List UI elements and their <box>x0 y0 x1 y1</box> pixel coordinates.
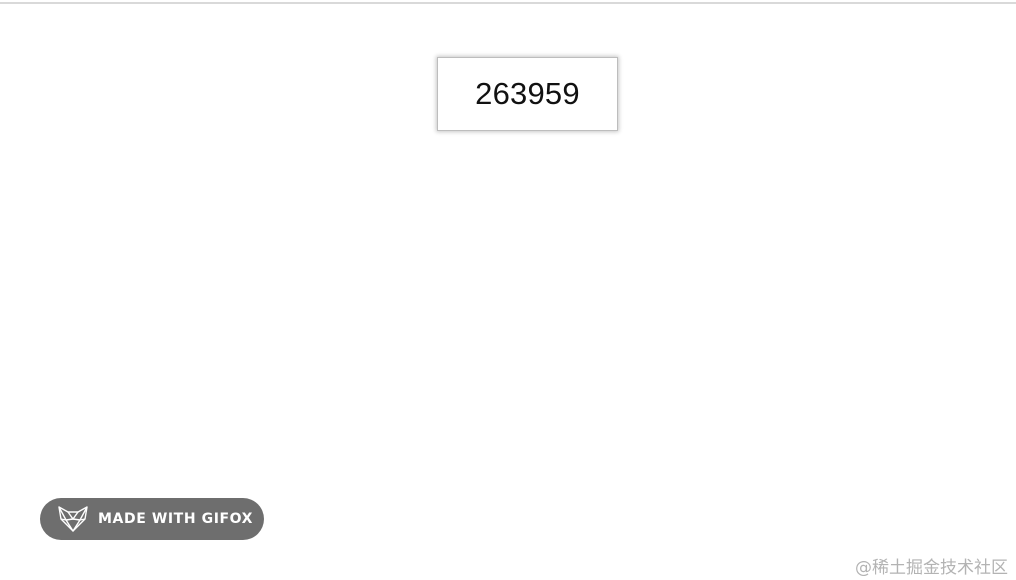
gifox-badge[interactable]: MADE WITH GIFOX <box>40 498 264 540</box>
watermark-text: @稀土掘金技术社区 <box>855 558 1008 578</box>
counter-value: 263959 <box>475 76 580 111</box>
counter-box: 263959 <box>437 57 618 131</box>
gifox-label: MADE WITH GIFOX <box>98 511 254 527</box>
top-divider <box>0 2 1016 4</box>
fox-icon <box>58 506 88 532</box>
